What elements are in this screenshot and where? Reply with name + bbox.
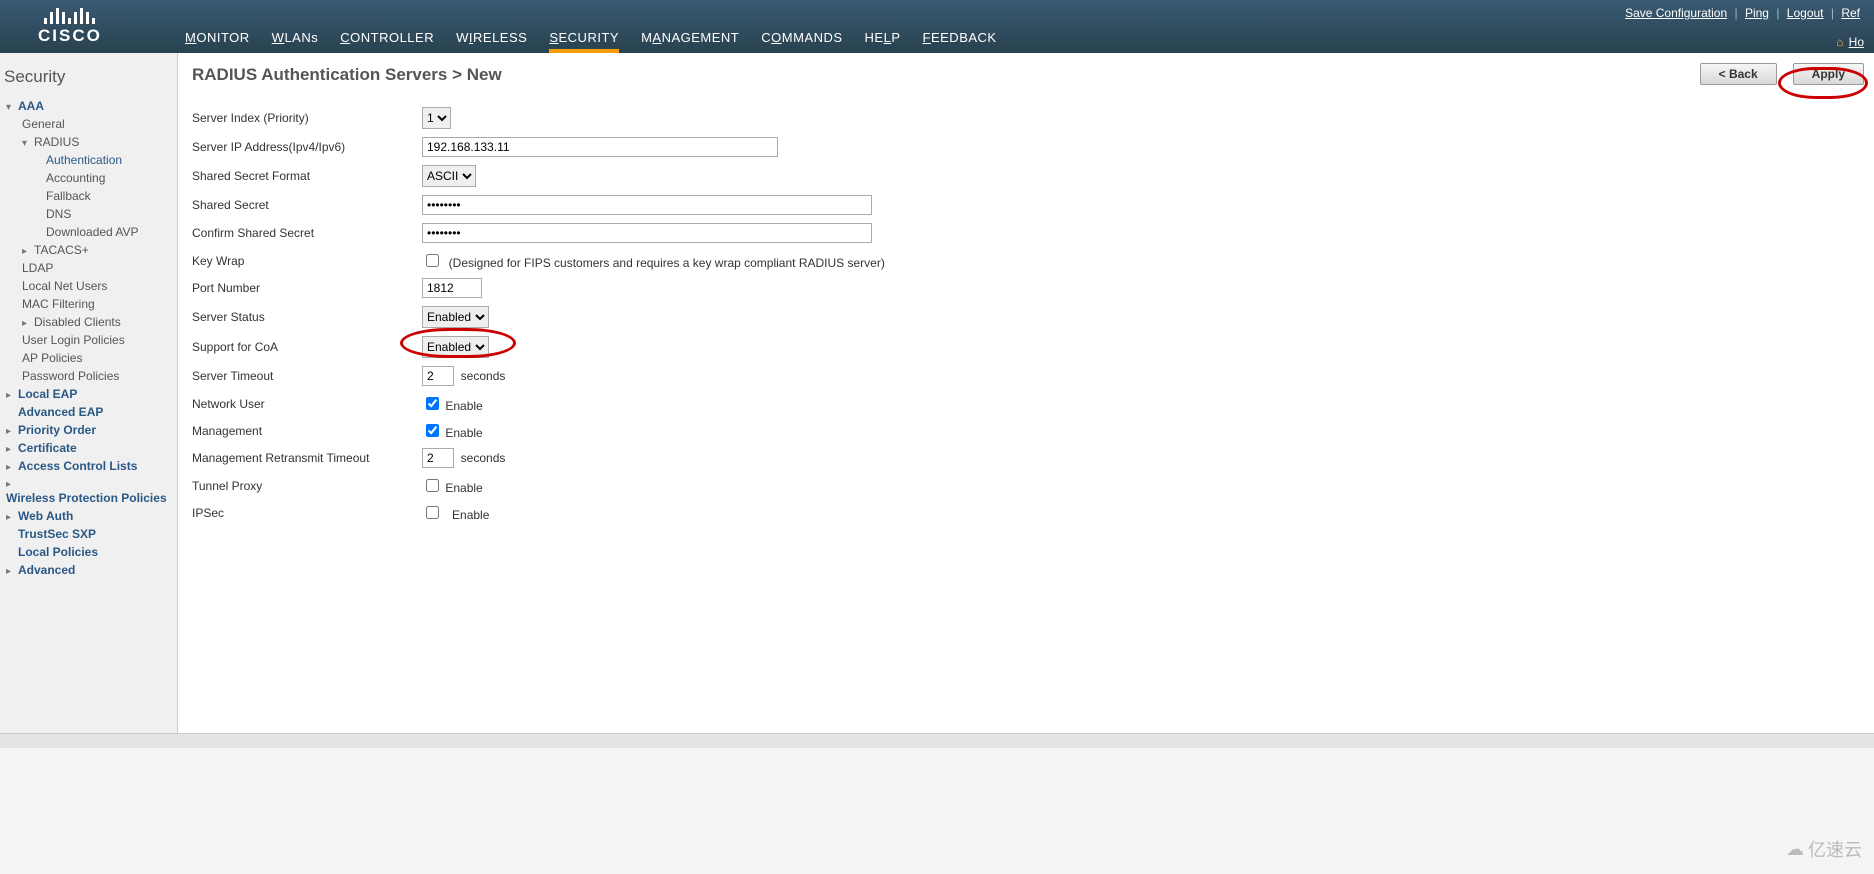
home-link[interactable]: Ho [1849,35,1864,49]
label-server-index: Server Index (Priority) [192,103,422,133]
main-nav: MONITOR WLANs CONTROLLER WIRELESS SECURI… [185,25,997,53]
sidebar-item-ap-policies[interactable]: AP Policies [22,350,82,366]
watermark-text: 亿速云 [1808,836,1862,862]
apply-button[interactable]: Apply [1793,63,1864,85]
sidebar-item-mac-filtering[interactable]: MAC Filtering [22,296,95,312]
mgmt-retransmit-input[interactable] [422,448,454,468]
server-ip-input[interactable] [422,137,778,157]
button-bar: < Back Apply [1700,63,1864,85]
enable-label-3: Enable [445,481,482,495]
sidebar-item-dns[interactable]: DNS [46,206,71,222]
enable-label-2: Enable [445,426,482,440]
label-tunnel-proxy: Tunnel Proxy [192,472,422,499]
sidebar-title: Security [4,63,173,97]
coa-select[interactable]: Enabled [422,336,489,358]
enable-label-1: Enable [445,399,482,413]
sidebar-item-general[interactable]: General [22,116,65,132]
nav-controller[interactable]: CONTROLLER [340,30,434,53]
tunnel-proxy-checkbox[interactable] [426,479,439,492]
enable-label-4: Enable [452,508,489,522]
sidebar-item-fallback[interactable]: Fallback [46,188,91,204]
cisco-logo: CISCO [38,6,102,46]
server-status-select[interactable]: Enabled [422,306,489,328]
logout-link[interactable]: Logout [1787,6,1824,20]
nav-security[interactable]: SECURITY [549,30,619,53]
nav-help[interactable]: HELP [865,30,901,53]
home-icon: ⌂ [1836,35,1843,49]
nav-wireless[interactable]: WIRELESS [456,30,527,53]
sidebar-item-aaa[interactable]: AAA [18,98,44,114]
label-secret-format: Shared Secret Format [192,161,422,191]
ipsec-checkbox[interactable] [426,506,439,519]
horizontal-scrollbar[interactable] [0,733,1874,748]
form-table: Server Index (Priority) 1 Server IP Addr… [192,103,893,526]
refresh-link[interactable]: Ref [1841,6,1860,20]
label-server-ip: Server IP Address(Ipv4/Ipv6) [192,133,422,161]
sidebar: Security AAA General RADIUS Authenticati… [0,53,178,733]
label-management: Management [192,417,422,444]
label-server-timeout: Server Timeout [192,362,422,390]
content: < Back Apply RADIUS Authentication Serve… [178,53,1874,733]
sidebar-item-trustsec[interactable]: TrustSec SXP [18,526,96,542]
brand-text: CISCO [38,26,102,46]
nav-commands[interactable]: COMMANDS [761,30,842,53]
sidebar-item-local-policies[interactable]: Local Policies [18,544,98,560]
sidebar-item-authentication[interactable]: Authentication [46,152,122,168]
label-mgmt-retransmit: Management Retransmit Timeout [192,444,422,472]
sidebar-item-ldap[interactable]: LDAP [22,260,53,276]
sidebar-item-advanced[interactable]: Advanced [18,562,75,578]
sidebar-item-web-auth[interactable]: Web Auth [18,508,73,524]
sidebar-item-radius[interactable]: RADIUS [34,134,79,150]
label-shared-secret: Shared Secret [192,191,422,219]
sidebar-item-wpp[interactable]: Wireless Protection Policies [6,490,167,506]
sidebar-item-acl[interactable]: Access Control Lists [18,458,137,474]
sidebar-item-user-login-policies[interactable]: User Login Policies [22,332,125,348]
server-index-select[interactable]: 1 [422,107,451,129]
shared-secret-input[interactable] [422,195,872,215]
label-server-status: Server Status [192,302,422,332]
nav-management[interactable]: MANAGEMENT [641,30,739,53]
cisco-bars-icon [38,6,102,24]
secret-format-select[interactable]: ASCII [422,165,476,187]
sidebar-item-disabled-clients[interactable]: Disabled Clients [34,314,121,330]
label-confirm-secret: Confirm Shared Secret [192,219,422,247]
key-wrap-checkbox[interactable] [426,254,439,267]
seconds-label-1: seconds [461,369,506,383]
sidebar-item-advanced-eap[interactable]: Advanced EAP [18,404,103,420]
back-button[interactable]: < Back [1700,63,1777,85]
sidebar-item-priority-order[interactable]: Priority Order [18,422,96,438]
sidebar-item-local-net-users[interactable]: Local Net Users [22,278,107,294]
watermark: ☁ 亿速云 [1786,836,1862,862]
nav-monitor[interactable]: MONITOR [185,30,250,53]
sidebar-item-local-eap[interactable]: Local EAP [18,386,77,402]
sidebar-item-certificate[interactable]: Certificate [18,440,77,456]
key-wrap-note: (Designed for FIPS customers and require… [449,256,885,270]
seconds-label-2: seconds [461,451,506,465]
sidebar-item-accounting[interactable]: Accounting [46,170,105,186]
cloud-icon: ☁ [1786,839,1804,860]
label-ipsec: IPSec [192,499,422,526]
port-input[interactable] [422,278,482,298]
sidebar-item-password-policies[interactable]: Password Policies [22,368,119,384]
server-timeout-input[interactable] [422,366,454,386]
header: CISCO Save Configuration | Ping | Logout… [0,0,1874,53]
nav-feedback[interactable]: FEEDBACK [923,30,997,53]
confirm-secret-input[interactable] [422,223,872,243]
home-bar: ⌂ Ho [1836,35,1864,49]
top-links: Save Configuration | Ping | Logout | Ref [1621,6,1864,20]
nav-wlans[interactable]: WLANs [272,30,319,53]
label-network-user: Network User [192,390,422,417]
label-key-wrap: Key Wrap [192,247,422,274]
label-port: Port Number [192,274,422,302]
sidebar-item-tacacs[interactable]: TACACS+ [34,242,89,258]
sidebar-item-downloaded-avp[interactable]: Downloaded AVP [46,224,139,240]
page-title: RADIUS Authentication Servers > New [192,65,1862,85]
management-checkbox[interactable] [426,424,439,437]
ping-link[interactable]: Ping [1745,6,1769,20]
network-user-checkbox[interactable] [426,397,439,410]
save-config-link[interactable]: Save Configuration [1625,6,1727,20]
label-coa: Support for CoA [192,332,422,362]
